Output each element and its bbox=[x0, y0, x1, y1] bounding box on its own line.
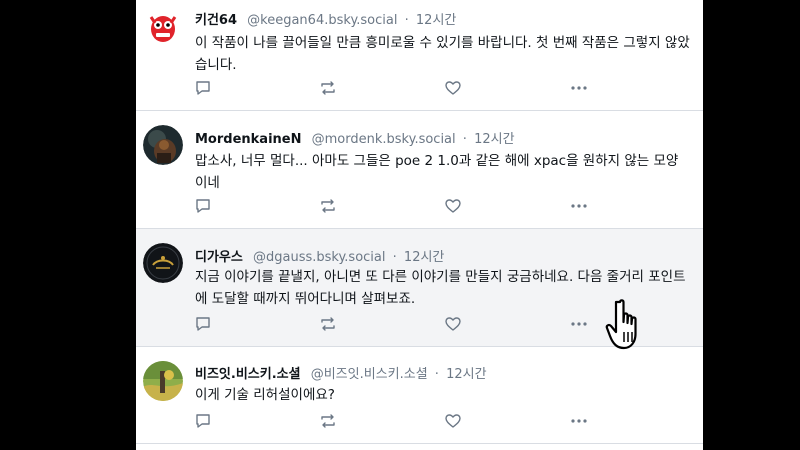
post-header: 디가우스 @dgauss.bsky.social · 12시간 bbox=[195, 246, 444, 265]
separator: · bbox=[392, 250, 397, 265]
handle[interactable]: @mordenk.bsky.social bbox=[312, 132, 456, 147]
timestamp[interactable]: 12시간 bbox=[404, 250, 444, 265]
post-actions bbox=[136, 79, 703, 97]
handle[interactable]: @keegan64.bsky.social bbox=[247, 13, 397, 28]
repost-icon[interactable] bbox=[319, 79, 337, 97]
display-name[interactable]: 키건64 bbox=[195, 13, 237, 28]
like-icon[interactable] bbox=[444, 315, 462, 333]
like-icon[interactable] bbox=[444, 79, 462, 97]
post-header: 키건64 @keegan64.bsky.social · 12시간 bbox=[195, 9, 456, 28]
post-actions bbox=[136, 197, 703, 215]
avatar[interactable] bbox=[143, 125, 183, 165]
display-name[interactable]: 디가우스 bbox=[195, 250, 243, 265]
handle[interactable]: @비즈잇.비스키.소셜 bbox=[311, 367, 428, 382]
more-icon[interactable] bbox=[570, 79, 588, 97]
post-text: 맙소사, 너무 멀다... 아마도 그들은 poe 2 1.0과 같은 해에 x… bbox=[195, 153, 679, 191]
reply-icon[interactable] bbox=[194, 315, 212, 333]
like-icon[interactable] bbox=[444, 412, 462, 430]
post-header: MordenkaineN @mordenk.bsky.social · 12시간 bbox=[195, 128, 515, 147]
more-icon[interactable] bbox=[570, 412, 588, 430]
post-actions bbox=[136, 412, 703, 430]
display-name[interactable]: MordenkaineN bbox=[195, 132, 301, 147]
avatar[interactable] bbox=[143, 7, 183, 47]
separator: · bbox=[462, 132, 467, 147]
reply-icon[interactable] bbox=[194, 197, 212, 215]
more-icon[interactable] bbox=[570, 315, 588, 333]
avatar[interactable] bbox=[143, 361, 183, 401]
like-icon[interactable] bbox=[444, 197, 462, 215]
separator: · bbox=[434, 367, 439, 382]
post-text: 이게 기술 리허설이에요? bbox=[195, 387, 335, 403]
avatar[interactable] bbox=[143, 243, 183, 283]
post-header: 비즈잇.비스키.소셜 @비즈잇.비스키.소셜 · 12시간 bbox=[195, 363, 487, 382]
timestamp[interactable]: 12시간 bbox=[416, 13, 456, 28]
repost-icon[interactable] bbox=[319, 412, 337, 430]
post-text: 이 작품이 나를 끌어들일 만큼 흥미로울 수 있기를 바랍니다. 첫 번째 작… bbox=[195, 35, 690, 73]
handle[interactable]: @dgauss.bsky.social bbox=[253, 250, 386, 265]
separator: · bbox=[404, 13, 409, 28]
post[interactable]: 키건64 @keegan64.bsky.social · 12시간 이 작품이 … bbox=[136, 0, 703, 111]
timestamp[interactable]: 12시간 bbox=[446, 367, 486, 382]
reply-icon[interactable] bbox=[194, 79, 212, 97]
more-icon[interactable] bbox=[570, 197, 588, 215]
repost-icon[interactable] bbox=[319, 197, 337, 215]
post[interactable]: MordenkaineN @mordenk.bsky.social · 12시간… bbox=[136, 111, 703, 229]
post[interactable]: 비즈잇.비스키.소셜 @비즈잇.비스키.소셜 · 12시간 이게 기술 리허설이… bbox=[136, 347, 703, 444]
display-name[interactable]: 비즈잇.비스키.소셜 bbox=[195, 367, 301, 382]
repost-icon[interactable] bbox=[319, 315, 337, 333]
hand-pointer-cursor-icon bbox=[600, 296, 646, 352]
post-feed: 키건64 @keegan64.bsky.social · 12시간 이 작품이 … bbox=[136, 0, 703, 450]
reply-icon[interactable] bbox=[194, 412, 212, 430]
timestamp[interactable]: 12시간 bbox=[474, 132, 514, 147]
